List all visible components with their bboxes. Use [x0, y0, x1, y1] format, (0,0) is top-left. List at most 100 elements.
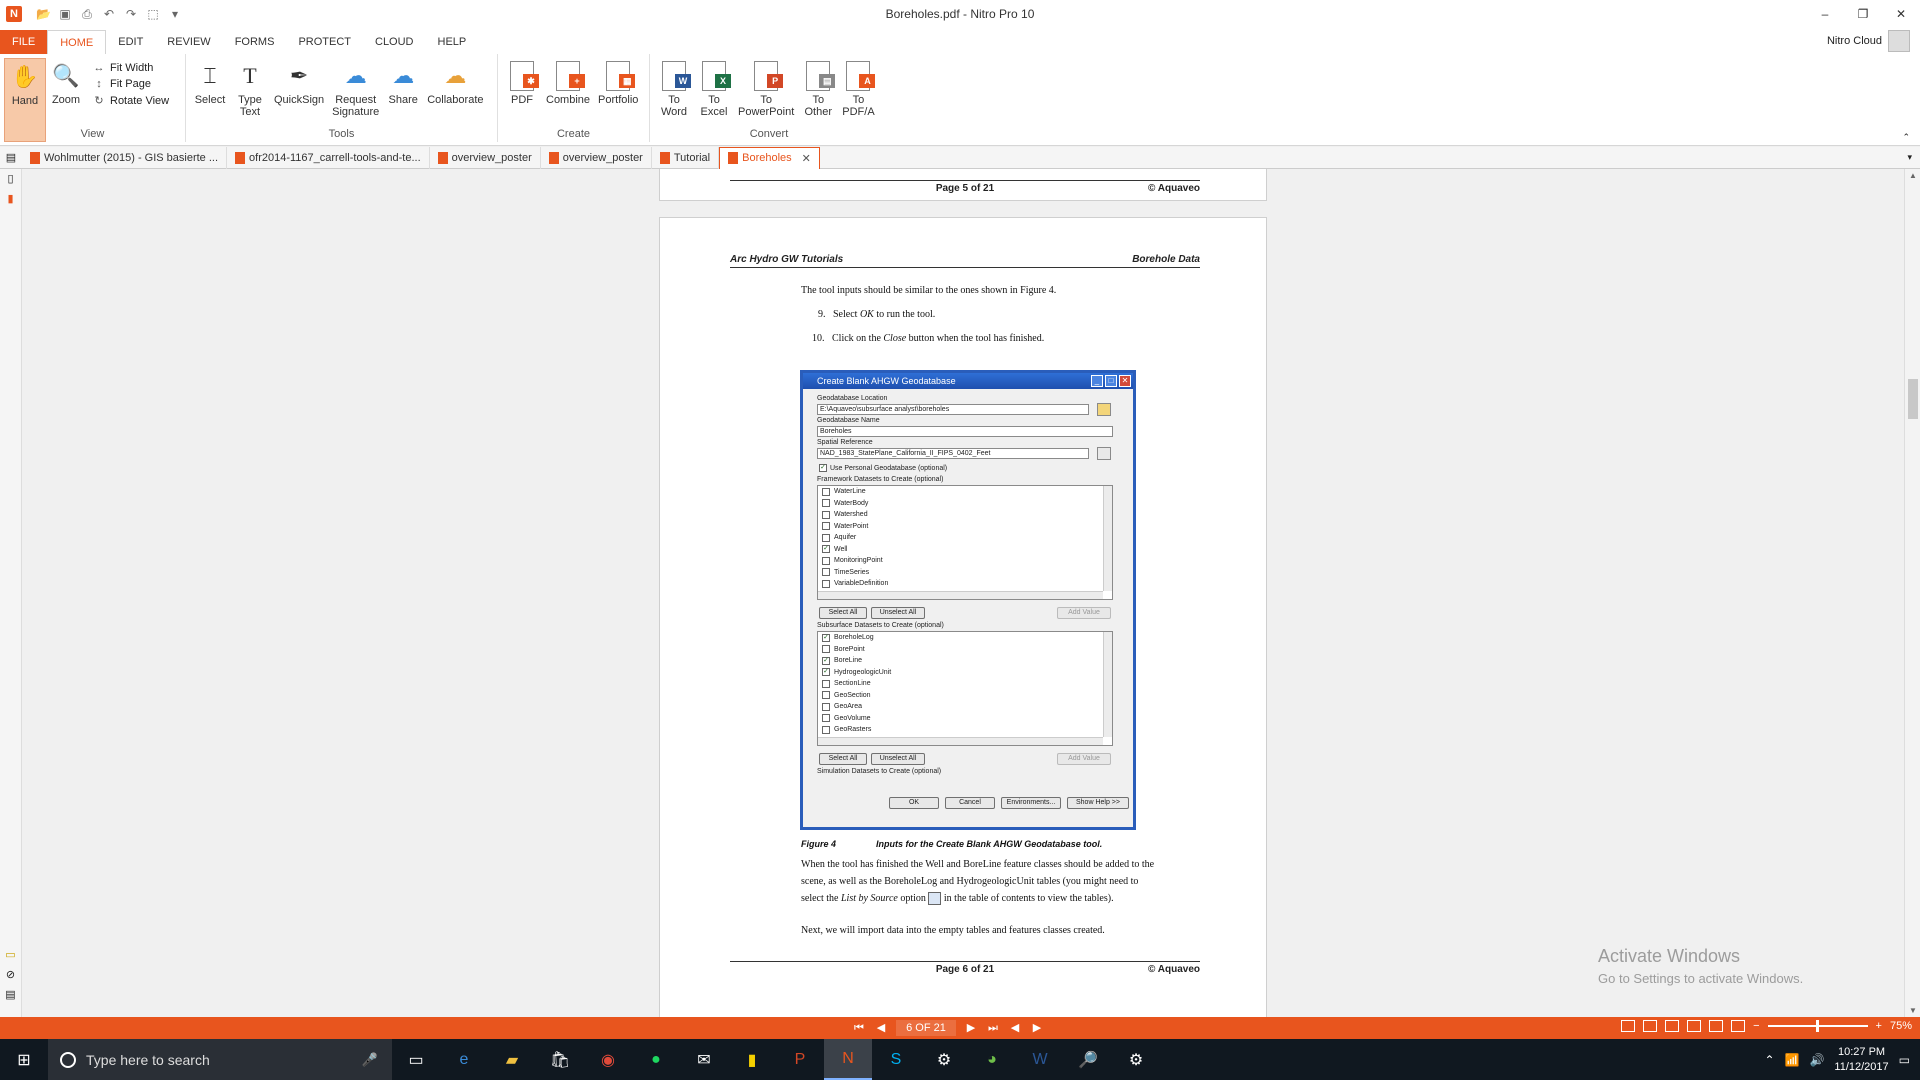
pdf-file-icon — [30, 151, 40, 164]
settings-icon[interactable]: ⚙ — [920, 1039, 968, 1080]
bookmarks-panel-icon[interactable]: ▮ — [4, 193, 17, 206]
sticky-notes-icon[interactable]: ▮ — [728, 1039, 776, 1080]
split-view-icon[interactable] — [1709, 1020, 1724, 1032]
previous-view-icon[interactable]: ◀ — [1008, 1021, 1022, 1035]
rotate-view-label: Rotate View — [110, 94, 170, 107]
print-icon[interactable]: ⎙ — [80, 7, 94, 21]
tab-list-icon[interactable]: ▤ — [0, 151, 22, 164]
first-page-icon[interactable]: ⏮ — [852, 1021, 866, 1035]
tab-review[interactable]: REVIEW — [155, 30, 222, 54]
doc-tab[interactable]: Wohlmutter (2015) - GIS basierte ... — [22, 146, 228, 169]
zoom-slider[interactable] — [1767, 1020, 1868, 1032]
redo-icon[interactable]: ↷ — [124, 7, 138, 21]
tab-home[interactable]: HOME — [47, 30, 107, 54]
comments-panel-icon[interactable]: ▭ — [4, 949, 17, 962]
tab-file[interactable]: FILE — [0, 30, 48, 54]
step-10-text-b: button when the tool has finished. — [906, 333, 1045, 344]
powerpoint-taskbar-icon[interactable]: P — [776, 1039, 824, 1080]
fit-page-button[interactable]: ↕ Fit Page — [92, 78, 169, 90]
dialog-list-item: WaterLine — [818, 486, 1112, 498]
pages-panel-icon[interactable]: ▯ — [4, 173, 17, 186]
search-app-icon[interactable]: 🔎 — [1064, 1039, 1112, 1080]
share-cloud-icon: ☁ — [392, 63, 415, 88]
tab-cloud[interactable]: CLOUD — [363, 30, 426, 54]
skype-icon[interactable]: S — [872, 1039, 920, 1080]
tools-group: ⌶ Select T Type Text ✒ QuickSign ☁ Reque… — [186, 54, 498, 142]
facing-view-icon[interactable] — [1665, 1020, 1680, 1032]
tools-app-icon[interactable]: ⚙ — [1112, 1039, 1160, 1080]
hand-icon: ✋ — [11, 64, 39, 89]
account-area[interactable]: Nitro Cloud — [1827, 30, 1910, 52]
continuous-view-icon[interactable] — [1643, 1020, 1658, 1032]
word-taskbar-icon[interactable]: W — [1016, 1039, 1064, 1080]
rotate-view-button[interactable]: ↻ Rotate View — [92, 94, 170, 108]
page-indicator[interactable]: 6 OF 21 — [896, 1020, 956, 1036]
tab-help[interactable]: HELP — [426, 30, 479, 54]
tab-forms[interactable]: FORMS — [223, 30, 287, 54]
fullscreen-view-icon[interactable] — [1731, 1020, 1746, 1032]
close-tab-icon[interactable]: ✕ — [802, 152, 811, 165]
previous-page-icon[interactable]: ◀ — [874, 1021, 888, 1035]
attachments-panel-icon[interactable]: ⊘ — [4, 969, 17, 982]
doc-tab[interactable]: overview_poster — [541, 146, 652, 169]
output-panel-icon[interactable]: ▤ — [4, 989, 17, 1002]
tray-expand-icon[interactable]: ⌃ — [1764, 1053, 1774, 1067]
action-center-icon[interactable]: ▭ — [1899, 1053, 1910, 1067]
avatar[interactable] — [1888, 30, 1910, 52]
tab-edit[interactable]: EDIT — [106, 30, 155, 54]
document-viewer[interactable]: Page 5 of 21 © Aquaveo Arc Hydro GW Tuto… — [23, 169, 1903, 1017]
zoom-out-icon[interactable]: − — [1753, 1020, 1759, 1032]
zoom-level[interactable]: 75% — [1890, 1020, 1912, 1032]
tab-overflow-icon[interactable]: ▾ — [1907, 152, 1912, 163]
fit-width-label: Fit Width — [110, 62, 154, 74]
scroll-down-icon[interactable]: ▼ — [1905, 1006, 1920, 1015]
restore-button[interactable]: ❐ — [1844, 0, 1882, 28]
collapse-ribbon-icon[interactable]: ⌃ — [1902, 132, 1910, 143]
mail-icon[interactable]: ✉ — [680, 1039, 728, 1080]
undo-icon[interactable]: ↶ — [102, 7, 116, 21]
windows-start-icon[interactable]: ⊞ — [0, 1039, 48, 1080]
zoom-in-icon[interactable]: + — [1876, 1020, 1882, 1032]
next-view-icon[interactable]: ▶ — [1030, 1021, 1044, 1035]
taskbar-search[interactable]: Type here to search 🎤 — [48, 1039, 392, 1080]
header-right: Borehole Data — [1132, 254, 1200, 265]
edge-icon[interactable]: e — [440, 1039, 488, 1080]
microphone-icon[interactable]: 🎤 — [362, 1052, 378, 1068]
doc-tab[interactable]: overview_poster — [430, 146, 541, 169]
dialog-list-item-label: VariableDefinition — [834, 580, 889, 588]
doc-tab[interactable]: Tutorial — [652, 146, 720, 169]
fit-width-button[interactable]: ↔ Fit Width — [92, 62, 169, 74]
customize-qat-icon[interactable]: ▾ — [168, 7, 182, 21]
dialog-close-icon: ✕ — [1119, 375, 1131, 387]
scroll-up-icon[interactable]: ▲ — [1905, 171, 1920, 180]
store-icon[interactable]: 🛍 — [536, 1039, 584, 1080]
spotify-icon[interactable]: ● — [632, 1039, 680, 1080]
task-view-icon[interactable]: ▭ — [392, 1039, 440, 1080]
file-explorer-icon[interactable]: ▰ — [488, 1039, 536, 1080]
dialog-list-item-label: Well — [834, 545, 848, 553]
save-icon[interactable]: ▣ — [58, 7, 72, 21]
next-page-icon[interactable]: ▶ — [964, 1021, 978, 1035]
ribbon: ✋ Hand 🔍 Zoom ↔ Fit Width ↕ Fit Page ↻ Rota… — [0, 54, 1920, 146]
doc-tab-active[interactable]: Boreholes ✕ — [719, 146, 820, 169]
tab-protect[interactable]: PROTECT — [286, 30, 363, 54]
account-name[interactable]: Nitro Cloud — [1827, 35, 1882, 47]
nitro-taskbar-icon[interactable]: N — [824, 1039, 872, 1080]
paragraph-1-line-3-a: select the — [801, 893, 841, 904]
minimize-button[interactable]: – — [1806, 0, 1844, 28]
network-icon[interactable]: 📶 — [1785, 1053, 1800, 1067]
close-button[interactable]: ✕ — [1882, 0, 1920, 28]
page-header: Arc Hydro GW Tutorials Borehole Data — [730, 254, 1200, 268]
clock[interactable]: 10:27 PM 11/12/2017 — [1834, 1045, 1888, 1075]
single-page-view-icon[interactable] — [1621, 1020, 1636, 1032]
doc-tab[interactable]: ofr2014-1167_carrell-tools-and-te... — [227, 146, 430, 169]
facing-continuous-view-icon[interactable] — [1687, 1020, 1702, 1032]
globe-app-icon[interactable]: ◕ — [968, 1039, 1016, 1080]
select-tool-icon[interactable]: ⬚ — [146, 7, 160, 21]
last-page-icon[interactable]: ⏭ — [986, 1021, 1000, 1035]
scroll-thumb[interactable] — [1908, 379, 1918, 419]
vertical-scrollbar[interactable]: ▲ ▼ — [1904, 169, 1920, 1017]
chrome-icon[interactable]: ◉ — [584, 1039, 632, 1080]
open-icon[interactable]: 📂 — [36, 7, 51, 21]
volume-icon[interactable]: 🔊 — [1809, 1053, 1824, 1067]
